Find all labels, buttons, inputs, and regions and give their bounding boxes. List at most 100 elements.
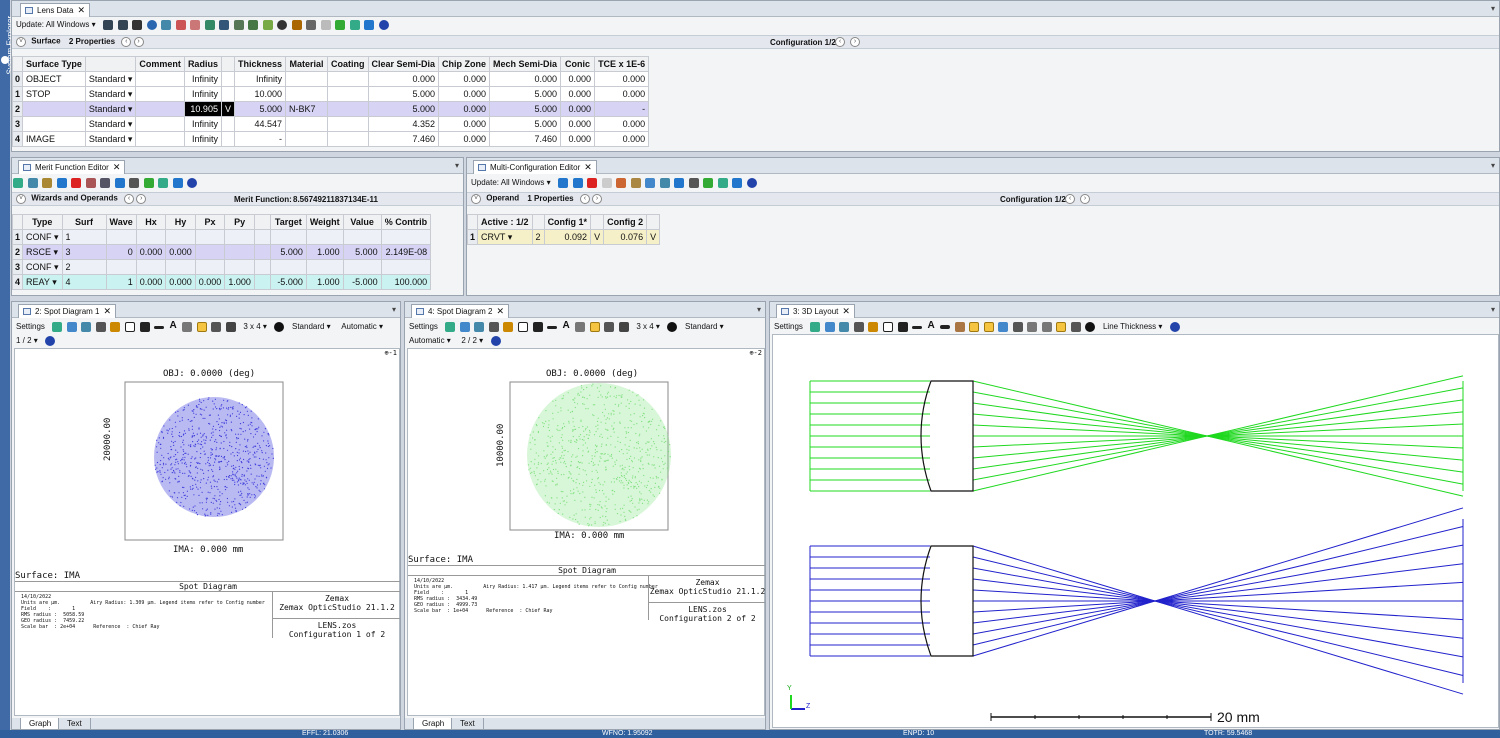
pin-icon[interactable]: ▾ — [1491, 161, 1495, 170]
column-header[interactable]: Chip Zone — [438, 56, 491, 72]
table-cell[interactable]: CONF ▾ — [22, 229, 63, 245]
config-next-icon[interactable]: › — [850, 37, 860, 47]
table-cell[interactable]: 1 — [105, 274, 137, 290]
grid-dropdown[interactable]: 3 x 4 ▾ — [636, 322, 660, 331]
automatic-dropdown[interactable]: Automatic ▾ — [341, 322, 383, 331]
table-cell[interactable]: OBJECT — [22, 71, 86, 87]
table-cell[interactable]: Standard ▾ — [84, 86, 137, 102]
tab-spot-diagram-2[interactable]: 4: Spot Diagram 2 ✕ — [411, 304, 510, 318]
table-cell[interactable]: 5.000 — [367, 86, 440, 102]
view-icon[interactable] — [983, 322, 994, 332]
table-cell[interactable]: 0.000 — [594, 131, 650, 147]
save-icon[interactable] — [81, 322, 92, 332]
arrow-right-icon[interactable] — [172, 178, 183, 188]
sync-icon[interactable] — [703, 178, 714, 188]
table-row[interactable]: 2 Standard ▾ 10.905 V 5.000 N-BK7 5.000 0.000 5.… — [12, 101, 650, 117]
line-arrow-icon[interactable] — [897, 322, 908, 332]
column-header[interactable]: Conic — [560, 56, 596, 72]
spot2-graph-area[interactable]: ⊕-2 OBJ: 0.0000 (deg) 10000.00 IMA: 0.00… — [407, 348, 765, 716]
table-cell[interactable]: V — [220, 101, 235, 117]
table-cell[interactable]: 5.000 — [342, 244, 382, 260]
settings-button[interactable]: Settings — [16, 322, 45, 331]
table-cell[interactable] — [305, 229, 344, 245]
column-header[interactable]: Clear Semi-Dia — [367, 56, 440, 72]
record-icon[interactable] — [667, 322, 678, 332]
table-cell[interactable] — [194, 244, 226, 260]
table-cell[interactable]: CONF ▾ — [22, 259, 63, 275]
table-cell[interactable] — [327, 101, 369, 117]
column-header[interactable]: Px — [194, 214, 226, 230]
pin-icon[interactable]: ▾ — [455, 161, 459, 170]
column-header[interactable]: Value — [342, 214, 382, 230]
table-cell[interactable]: 2 — [12, 244, 24, 260]
table-cell[interactable]: Standard ▾ — [84, 101, 137, 117]
table-cell[interactable] — [135, 86, 185, 102]
dimension-icon[interactable] — [940, 325, 951, 329]
rotate-icon[interactable] — [954, 322, 965, 332]
table-cell[interactable] — [380, 259, 432, 275]
chevron-down-icon[interactable]: ˅ — [16, 37, 26, 47]
table-cell[interactable] — [105, 229, 137, 245]
column-header[interactable]: Coating — [327, 56, 369, 72]
text-tab[interactable]: Text — [58, 718, 91, 729]
save-icon[interactable] — [161, 20, 172, 30]
table-cell[interactable]: 5.000 — [489, 86, 562, 102]
table-cell[interactable]: 0.000 — [165, 244, 196, 260]
optimize-icon[interactable] — [100, 178, 111, 188]
column-header[interactable] — [84, 56, 137, 72]
line-icon[interactable] — [547, 326, 558, 329]
table-cell[interactable] — [327, 71, 369, 87]
table-cell[interactable] — [253, 274, 271, 290]
table-cell[interactable]: 5.000 — [489, 101, 562, 117]
tab-multi-config[interactable]: Multi-Configuration Editor ✕ — [473, 160, 597, 174]
system-explorer-sidebar[interactable]: System Explorer — [0, 0, 15, 730]
table-cell[interactable] — [269, 229, 307, 245]
gear-icon[interactable] — [262, 20, 273, 30]
table-cell[interactable]: 0.000 — [438, 131, 491, 147]
table-row[interactable]: 0 OBJECT Standard ▾ Infinity Infinity 0.000 0.… — [12, 71, 650, 87]
table-cell[interactable]: Infinity — [183, 71, 222, 87]
graph-tab[interactable]: Graph — [413, 718, 454, 729]
load-icon[interactable] — [42, 178, 53, 188]
table-row[interactable]: 3 CONF ▾ 2 — [12, 259, 432, 275]
table-cell[interactable]: 0.000 — [594, 71, 650, 87]
table-cell[interactable]: 0.000 — [367, 71, 440, 87]
table-cell[interactable] — [220, 71, 235, 87]
table-cell[interactable]: 4 — [12, 131, 24, 147]
column-header[interactable]: Py — [224, 214, 255, 230]
config-prev-icon[interactable]: ‹ — [1065, 194, 1075, 204]
table-cell[interactable] — [224, 244, 255, 260]
table-cell[interactable]: 0.000 — [560, 101, 596, 117]
column-header[interactable]: Surf — [61, 214, 107, 230]
arrow-right-icon[interactable] — [364, 20, 375, 30]
table-cell[interactable]: 0.000 — [194, 274, 226, 290]
table-cell[interactable]: 0 — [105, 244, 137, 260]
insert-icon[interactable] — [56, 178, 67, 188]
table-cell[interactable] — [327, 116, 369, 132]
copy-icon[interactable] — [66, 322, 77, 332]
column-header[interactable]: Surface Type — [22, 56, 86, 72]
pin-icon[interactable]: ▾ — [757, 305, 761, 314]
table-cell[interactable]: 100.000 — [380, 274, 432, 290]
config-icon[interactable] — [688, 178, 699, 188]
layout-grid-icon[interactable] — [1070, 322, 1081, 332]
table-cell[interactable] — [285, 131, 328, 147]
table-cell[interactable] — [135, 259, 167, 275]
table-cell[interactable] — [165, 259, 196, 275]
column-header[interactable] — [220, 56, 235, 72]
table-cell[interactable]: -5.000 — [342, 274, 382, 290]
column-header[interactable]: Material — [285, 56, 328, 72]
table-cell[interactable]: 1 — [12, 86, 24, 102]
table-cell[interactable] — [285, 71, 328, 87]
update-dropdown[interactable]: Update: All Windows ▾ — [16, 20, 96, 29]
column-header[interactable] — [531, 214, 545, 230]
table-cell[interactable] — [22, 101, 86, 117]
table-cell[interactable]: - — [594, 101, 650, 117]
table-cell[interactable] — [285, 86, 328, 102]
table-cell[interactable]: 4.352 — [367, 116, 440, 132]
print-icon[interactable] — [488, 322, 499, 332]
table-cell[interactable]: Infinity — [183, 86, 222, 102]
table-cell[interactable]: 1.000 — [305, 244, 344, 260]
column-header[interactable]: Hx — [135, 214, 167, 230]
table-cell[interactable]: N-BK7 — [285, 101, 328, 117]
